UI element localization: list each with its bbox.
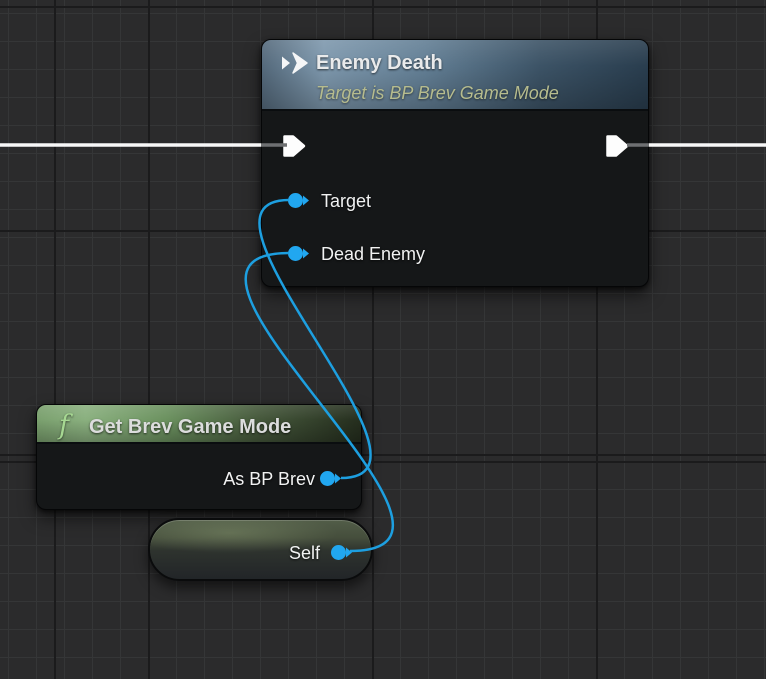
node-enemy-death-title: Enemy Death xyxy=(316,51,443,75)
node-get-brev-game-mode[interactable]: f Get Brev Game Mode As BP Brev xyxy=(36,404,362,510)
event-icon xyxy=(280,51,310,75)
node-self[interactable]: Self xyxy=(148,518,373,581)
node-enemy-death-subtitle: Target is BP Brev Game Mode xyxy=(316,82,559,104)
exec-out-pin-icon[interactable] xyxy=(605,134,631,158)
as-bp-brev-pin-label: As BP Brev xyxy=(223,468,315,490)
node-get-brev-game-mode-title: Get Brev Game Mode xyxy=(89,415,291,439)
node-enemy-death[interactable]: Enemy Death Target is BP Brev Game Mode … xyxy=(261,39,649,287)
target-pin-label: Target xyxy=(321,190,371,212)
dead-enemy-pin-label: Dead Enemy xyxy=(321,243,425,265)
exec-in-pin-icon[interactable] xyxy=(282,134,308,158)
target-pin-icon[interactable] xyxy=(287,192,310,209)
function-icon: f xyxy=(59,410,69,442)
as-bp-brev-pin-icon[interactable] xyxy=(319,470,342,487)
dead-enemy-pin-icon[interactable] xyxy=(287,245,310,262)
blueprint-graph-canvas[interactable]: Enemy Death Target is BP Brev Game Mode … xyxy=(0,0,766,679)
self-pin-icon[interactable] xyxy=(330,544,353,561)
self-pin-label: Self xyxy=(289,542,320,564)
